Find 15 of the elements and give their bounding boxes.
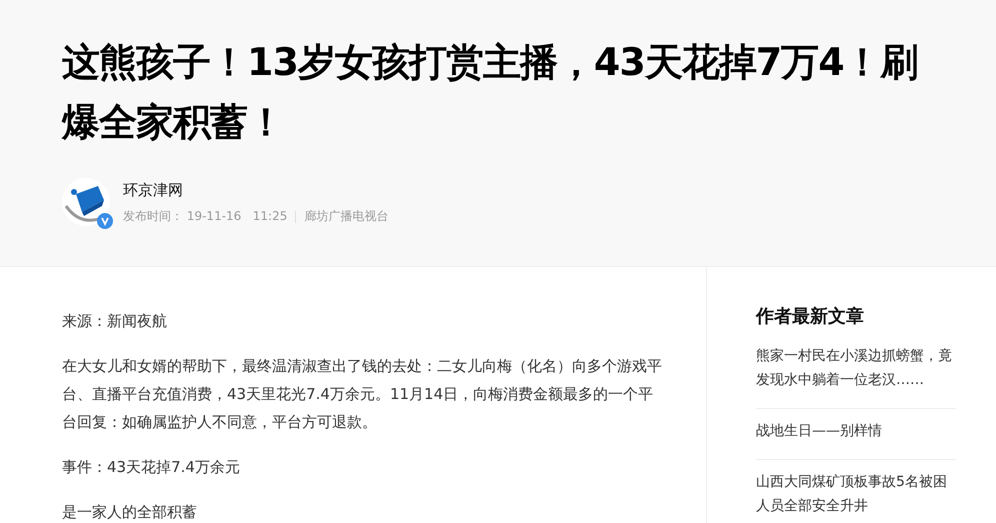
- article-paragraph: 在大女儿和女婿的帮助下，最终温清淑查出了钱的去处：二女儿向梅（化名）向多个游戏平台、直播平台充值消费，43天里花光7.4万余元。11月14日，向梅消费金额最多的一个平台回复：如确属监护人不同意，平台方可退款。: [62, 356, 663, 433]
- publish-label: 发布时间：: [123, 209, 183, 224]
- sidebar-title: 作者最新文章: [756, 305, 865, 329]
- publish-time: 11:25: [252, 209, 288, 224]
- article-paragraph: 来源：新闻夜航: [62, 311, 168, 332]
- source-name: 廊坊广播电视台: [304, 209, 388, 224]
- article-link[interactable]: 熊家一村民在小溪边抓螃蟹，竟发现水中躺着一位老汉……: [756, 344, 956, 409]
- article-paragraph: 事件：43天花掉7.4万余元: [62, 457, 241, 478]
- article-paragraph: 是一家人的全部积蓄: [62, 502, 198, 523]
- article-link[interactable]: 山西大同煤矿顶板事故5名被困人员全部安全升井: [756, 460, 956, 523]
- author-avatar[interactable]: [62, 178, 110, 226]
- article-title: 这熊孩子！13岁女孩打赏主播，43天花掉7万4！刷爆全家积蓄！: [62, 39, 919, 146]
- author-name[interactable]: 环京津网: [123, 178, 388, 202]
- publish-date: 19-11-16: [186, 209, 242, 224]
- article-link[interactable]: 战地生日——别样情: [756, 409, 956, 460]
